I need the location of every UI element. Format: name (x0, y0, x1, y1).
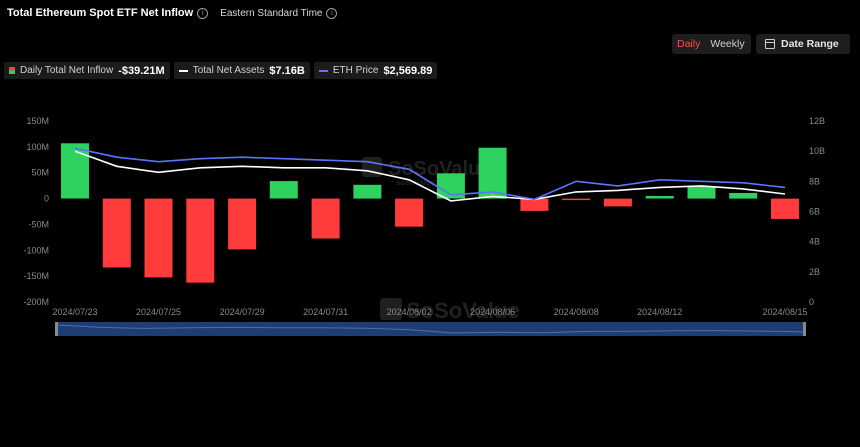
left-axis-tick-label: -50M (28, 219, 49, 229)
navigator-right-handle[interactable] (803, 322, 806, 336)
left-axis-tick-label: 100M (26, 142, 49, 152)
x-axis-tick-label: 2024/08/12 (637, 307, 682, 317)
inflow-bar (645, 196, 674, 199)
inflow-bar (186, 198, 215, 283)
right-axis-tick-label: 8B (809, 176, 820, 186)
right-axis-tick-label: 0 (809, 297, 814, 307)
left-axis-tick-label: 50M (31, 168, 49, 178)
x-axis-tick-label: 2024/08/02 (387, 307, 432, 317)
inflow-bar (687, 186, 716, 199)
left-axis-tick-label: -100M (23, 245, 49, 255)
x-axis-tick-label: 2024/07/29 (220, 307, 265, 317)
chart-canvas: SoSoValuesosovalue.comSoSoValuesosovalue… (23, 116, 825, 336)
right-axis-tick-label: 2B (809, 267, 820, 277)
right-axis-tick-label: 12B (809, 116, 825, 126)
inflow-bar (729, 193, 758, 199)
inflow-bar (102, 198, 131, 268)
range-navigator[interactable] (57, 322, 805, 336)
left-axis-tick-label: -150M (23, 271, 49, 281)
navigator-left-handle[interactable] (55, 322, 58, 336)
inflow-bar (520, 198, 549, 211)
x-axis-tick-label: 2024/07/31 (303, 307, 348, 317)
inflow-bar (144, 198, 173, 278)
left-axis-tick-label: 150M (26, 116, 49, 126)
watermark-logo: SoSoValuesosovalue.com (362, 157, 491, 187)
right-axis-tick-label: 4B (809, 237, 820, 247)
inflow-bar (603, 198, 632, 207)
inflow-bar (771, 198, 799, 219)
x-axis-tick-label: 2024/08/15 (762, 307, 807, 317)
inflow-bar (478, 147, 507, 199)
left-axis-tick-label: 0 (44, 194, 49, 204)
right-axis-tick-label: 6B (809, 207, 820, 217)
inflow-bar (395, 198, 424, 227)
inflow-bar (353, 184, 382, 199)
inflow-bar (562, 198, 591, 201)
left-axis-tick-label: -200M (23, 297, 49, 307)
right-axis-tick-label: 10B (809, 146, 825, 156)
inflow-bar (228, 198, 257, 250)
x-axis-tick-label: 2024/07/23 (52, 307, 97, 317)
x-axis-tick-label: 2024/08/08 (554, 307, 599, 317)
x-axis-tick-label: 2024/07/25 (136, 307, 181, 317)
inflow-bar (311, 198, 340, 239)
inflow-bar (269, 181, 298, 199)
x-axis-tick-label: 2024/08/06 (470, 307, 515, 317)
